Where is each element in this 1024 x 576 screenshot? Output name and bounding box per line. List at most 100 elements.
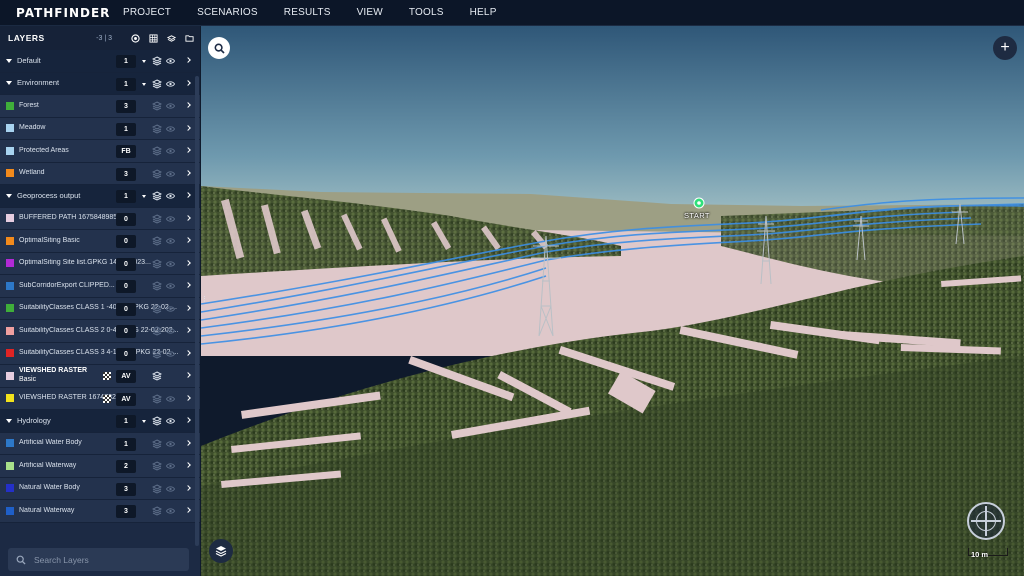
eye-icon[interactable] [166, 260, 175, 268]
layer-item[interactable]: SubCorridorExport CLIPPED... 0 [0, 275, 200, 298]
collapse-caret-icon[interactable] [6, 58, 12, 63]
layer-group-environment[interactable]: Environment 1 [0, 72, 200, 95]
menu-scenarios[interactable]: SCENARIOS [197, 7, 258, 18]
search-layers-input[interactable] [34, 554, 174, 565]
layer-value-badge[interactable]: 0 [116, 302, 136, 316]
layer-item[interactable]: OptimalSiting Site list.GPKG 14-09-2023.… [0, 252, 200, 275]
menu-tools[interactable]: TOOLS [409, 7, 444, 18]
layers-stack-icon[interactable] [152, 371, 162, 381]
layer-value-badge[interactable]: 0 [116, 325, 136, 338]
layer-item[interactable]: Meadow 1 [0, 117, 200, 140]
layer-item[interactable]: Artificial Waterway 2 [0, 455, 200, 478]
folder-icon[interactable] [185, 34, 194, 43]
eye-icon[interactable] [166, 507, 175, 515]
eye-icon[interactable] [166, 282, 175, 290]
layers-stack-icon[interactable] [152, 213, 162, 224]
eye-icon[interactable] [166, 192, 175, 200]
layer-value-badge[interactable]: 3 [116, 100, 136, 113]
layers-stack-icon[interactable] [152, 506, 162, 516]
dropdown-arrow-icon[interactable] [142, 82, 146, 86]
layer-value-badge[interactable]: FB [116, 145, 136, 158]
layers-stack-icon[interactable] [152, 146, 162, 156]
eye-icon[interactable] [166, 440, 175, 448]
menu-view[interactable]: VIEW [357, 7, 383, 18]
layer-value-badge[interactable]: 0 [116, 257, 136, 271]
layer-value-badge[interactable]: 0 [116, 347, 136, 361]
layers-stack-icon[interactable] [152, 258, 162, 269]
layer-item[interactable]: Natural Waterway 3 [0, 500, 200, 523]
eye-icon[interactable] [166, 485, 175, 493]
map-3d-view[interactable]: START ⋮ + 10 m [201, 26, 1024, 576]
layers-stack-icon[interactable] [152, 191, 162, 201]
layer-add-icon[interactable] [167, 34, 176, 43]
eye-icon[interactable] [166, 350, 175, 358]
eye-icon[interactable] [166, 305, 175, 313]
layers-stack-icon[interactable] [152, 461, 162, 471]
layers-stack-icon[interactable] [152, 168, 162, 179]
layer-item[interactable]: Artificial Water Body 1 [0, 432, 200, 455]
collapse-caret-icon[interactable] [6, 418, 12, 423]
panel-resize-handle[interactable]: ⋮ [201, 295, 208, 307]
layers-stack-icon[interactable] [152, 326, 162, 336]
layers-stack-icon[interactable] [152, 56, 162, 66]
layers-stack-icon[interactable] [152, 78, 162, 89]
layer-value-badge[interactable]: 1 [116, 437, 136, 451]
compass-control[interactable] [967, 502, 1005, 540]
add-button[interactable]: + [993, 36, 1017, 60]
eye-icon[interactable] [166, 170, 175, 178]
layers-stack-icon[interactable] [152, 393, 162, 404]
layer-item[interactable]: VIEWSHED RASTER 1674732352 AV [0, 387, 200, 410]
layers-stack-icon[interactable] [152, 123, 162, 134]
collapse-caret-icon[interactable] [6, 81, 12, 86]
layer-group-geoprocess-output[interactable]: Geoprocess output 1 [0, 185, 200, 208]
dropdown-arrow-icon[interactable] [142, 60, 146, 63]
layer-item[interactable]: Protected Areas FB [0, 140, 200, 163]
eye-icon[interactable] [166, 125, 175, 133]
eye-icon[interactable] [166, 417, 175, 425]
layers-stack-icon[interactable] [152, 101, 162, 111]
layer-item[interactable]: SuitabilityClasses CLASS 3 4-1204.GPKG 2… [0, 342, 200, 365]
layer-value-badge[interactable]: 3 [116, 167, 136, 181]
layers-stack-icon[interactable] [152, 483, 162, 494]
layer-value-badge[interactable]: 3 [116, 482, 136, 496]
dropdown-arrow-icon[interactable] [142, 195, 146, 198]
group-count-badge[interactable]: 1 [116, 415, 136, 428]
layer-item[interactable]: Wetland 3 [0, 162, 200, 185]
eye-icon[interactable] [166, 462, 175, 470]
dropdown-arrow-icon[interactable] [142, 420, 146, 423]
eye-icon[interactable] [166, 80, 175, 88]
group-count-badge[interactable]: 1 [116, 77, 136, 91]
eye-icon[interactable] [166, 395, 175, 403]
layer-item[interactable]: SuitabilityClasses CLASS 2 0-4.GPKG 22-0… [0, 320, 200, 343]
layer-item[interactable]: SuitabilityClasses CLASS 1 -400-0.GPKG 2… [0, 297, 200, 320]
layer-item[interactable]: OptimalSiting Basic 0 [0, 230, 200, 253]
eye-icon[interactable] [166, 215, 175, 223]
map-layers-button[interactable] [209, 539, 233, 563]
menu-results[interactable]: RESULTS [284, 7, 331, 18]
layer-value-badge[interactable]: 0 [116, 212, 136, 226]
layer-value-badge[interactable]: 3 [116, 505, 136, 518]
layer-item[interactable]: VIEWSHED RASTER Basic AV [0, 365, 200, 388]
eye-icon[interactable] [166, 57, 175, 65]
layer-value-badge[interactable]: 2 [116, 460, 136, 473]
layers-stack-icon[interactable] [152, 416, 162, 426]
layers-stack-icon[interactable] [152, 438, 162, 449]
grid-icon[interactable] [149, 33, 158, 43]
layers-stack-icon[interactable] [152, 236, 162, 246]
menu-project[interactable]: PROJECT [123, 7, 171, 18]
layer-group-default[interactable]: Default 1 [0, 50, 200, 73]
layer-value-badge[interactable]: 1 [116, 122, 136, 136]
menu-help[interactable]: HELP [470, 7, 497, 18]
target-icon[interactable] [131, 33, 140, 43]
layers-stack-icon[interactable] [152, 303, 162, 314]
map-search-button[interactable] [208, 37, 230, 59]
collapse-caret-icon[interactable] [6, 193, 12, 198]
eye-icon[interactable] [166, 237, 175, 245]
eye-icon[interactable] [166, 147, 175, 155]
group-count-badge[interactable]: 1 [116, 190, 136, 203]
layer-item[interactable]: Natural Water Body 3 [0, 477, 200, 500]
group-count-badge[interactable]: 1 [116, 55, 136, 68]
layer-value-badge[interactable]: 0 [116, 235, 136, 248]
layer-value-badge[interactable]: AV [116, 392, 136, 406]
layer-list-scrollbar[interactable] [195, 76, 199, 546]
